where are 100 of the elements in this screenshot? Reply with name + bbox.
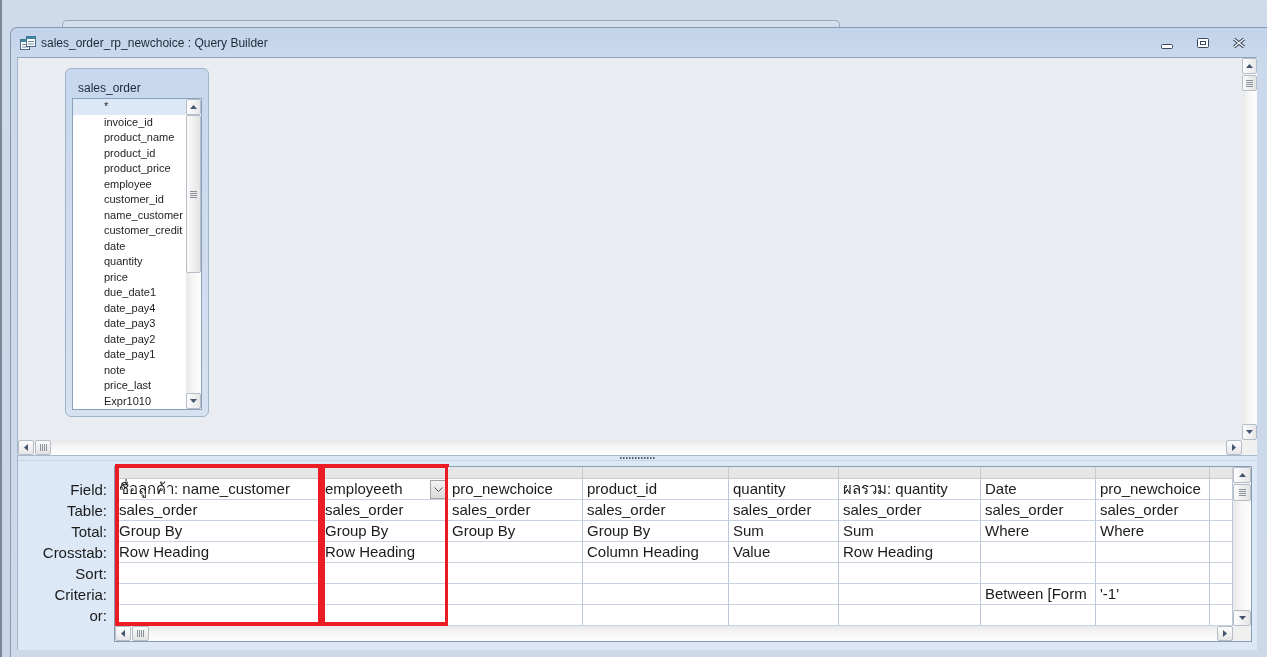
grid-cell[interactable]: Column Heading <box>583 542 729 563</box>
grid-cell[interactable] <box>729 563 839 584</box>
scroll-right-button[interactable] <box>1217 626 1233 641</box>
field-list-item[interactable]: employee <box>73 176 186 192</box>
field-list-item[interactable]: date <box>73 238 186 254</box>
field-list-item[interactable]: product_id <box>73 145 186 161</box>
grid-cell[interactable]: Row Heading <box>839 542 981 563</box>
grid-cell[interactable] <box>1096 542 1210 563</box>
row-label: or: <box>89 606 107 626</box>
scrollbar-thumb[interactable] <box>186 115 201 273</box>
field-list-item[interactable]: quantity <box>73 254 186 270</box>
grid-cell[interactable] <box>448 584 583 605</box>
grid-cell[interactable]: sales_order <box>729 500 839 521</box>
scroll-up-button[interactable] <box>1242 58 1257 74</box>
down-arrow-icon <box>1246 430 1253 434</box>
vertical-scrollbar[interactable] <box>1233 467 1251 626</box>
field-list-item[interactable]: invoice_id <box>73 114 186 130</box>
grid-cell[interactable]: Group By <box>448 521 583 542</box>
field-list-item[interactable]: name_customer <box>73 207 186 223</box>
scroll-right-button[interactable] <box>1226 440 1242 455</box>
grid-cell[interactable] <box>448 605 583 626</box>
field-list-item[interactable]: Expr1010 <box>73 393 186 409</box>
grid-cell[interactable] <box>1096 563 1210 584</box>
grid-cell[interactable] <box>1210 521 1233 542</box>
scrollbar-thumb[interactable] <box>1242 75 1257 91</box>
grid-cell[interactable] <box>1210 563 1233 584</box>
grid-cell[interactable]: sales_order <box>839 500 981 521</box>
grid-cell[interactable]: quantity <box>729 479 839 500</box>
grid-cell[interactable] <box>583 584 729 605</box>
grid-cell[interactable]: sales_order <box>448 500 583 521</box>
field-list-item[interactable]: date_pay4 <box>73 300 186 316</box>
grid-cell[interactable]: Value <box>729 542 839 563</box>
grid-cell[interactable] <box>839 605 981 626</box>
grid-cell[interactable] <box>448 542 583 563</box>
scroll-down-button[interactable] <box>1233 610 1251 626</box>
table-panel[interactable] <box>65 68 209 417</box>
scroll-up-button[interactable] <box>1233 467 1251 483</box>
field-list-item[interactable]: * <box>73 99 186 115</box>
grid-cell[interactable]: sales_order <box>981 500 1096 521</box>
scroll-left-button[interactable] <box>115 626 131 641</box>
scroll-left-button[interactable] <box>18 440 34 455</box>
scrollbar-thumb[interactable] <box>132 626 149 641</box>
grid-cell[interactable]: sales_order <box>1096 500 1210 521</box>
grid-cell[interactable] <box>1210 500 1233 521</box>
scroll-down-button[interactable] <box>1242 424 1257 440</box>
field-list-item[interactable]: product_name <box>73 130 186 146</box>
vertical-scrollbar[interactable] <box>186 99 201 409</box>
grid-cell[interactable] <box>839 563 981 584</box>
grid-cell[interactable] <box>729 605 839 626</box>
grid-cell[interactable] <box>1210 542 1233 563</box>
field-list-item[interactable]: product_price <box>73 161 186 177</box>
grid-cell[interactable]: Date <box>981 479 1096 500</box>
grid-cell[interactable]: Where <box>981 521 1096 542</box>
left-arrow-icon <box>24 444 28 451</box>
grid-cell[interactable] <box>1210 605 1233 626</box>
grid-cell[interactable]: '-1' <box>1096 584 1210 605</box>
grid-cell[interactable]: pro_newchoice <box>448 479 583 500</box>
grid-cell[interactable] <box>448 563 583 584</box>
grid-cell[interactable]: sales_order <box>583 500 729 521</box>
grid-cell[interactable] <box>729 584 839 605</box>
grid-cell[interactable]: Between [Form <box>981 584 1096 605</box>
grid-cell[interactable] <box>839 584 981 605</box>
grid-cell[interactable] <box>981 563 1096 584</box>
field-list-item[interactable]: customer_credit <box>73 223 186 239</box>
scrollbar-corner <box>1233 626 1251 641</box>
grip-icon <box>1246 79 1253 87</box>
field-list-item[interactable]: date_pay2 <box>73 331 186 347</box>
grid-cell[interactable] <box>583 563 729 584</box>
grid-cell[interactable]: Sum <box>729 521 839 542</box>
field-list-item[interactable]: date_pay3 <box>73 316 186 332</box>
up-arrow-icon <box>1238 473 1246 477</box>
grid-cell[interactable]: Group By <box>583 521 729 542</box>
grid-cell[interactable] <box>1210 584 1233 605</box>
scrollbar-thumb[interactable] <box>1233 484 1251 501</box>
grid-cell[interactable] <box>981 605 1096 626</box>
grid-cell[interactable]: Where <box>1096 521 1210 542</box>
grip-icon <box>137 630 144 637</box>
scroll-down-button[interactable] <box>186 393 201 409</box>
field-list-item[interactable]: price <box>73 269 186 285</box>
grid-cell[interactable]: product_id <box>583 479 729 500</box>
grid-cell[interactable] <box>1096 605 1210 626</box>
grid-cell[interactable] <box>1210 479 1233 500</box>
field-list-item[interactable]: due_date1 <box>73 285 186 301</box>
field-list-item[interactable]: price_last <box>73 378 186 394</box>
horizontal-scrollbar[interactable] <box>18 440 1242 455</box>
horizontal-scrollbar[interactable] <box>115 626 1233 641</box>
field-list-item[interactable]: note <box>73 362 186 378</box>
field-list-item[interactable]: customer_id <box>73 192 186 208</box>
grid-cell[interactable] <box>583 605 729 626</box>
scrollbar-thumb[interactable] <box>35 440 51 455</box>
field-list-item[interactable]: date_pay1 <box>73 347 186 363</box>
scroll-up-button[interactable] <box>186 99 201 115</box>
vertical-scrollbar[interactable] <box>1242 58 1257 440</box>
left-arrow-icon <box>121 630 125 637</box>
grid-cell[interactable]: Sum <box>839 521 981 542</box>
grid-cell[interactable]: ผลรวม: quantity <box>839 479 981 500</box>
grid-cell[interactable]: pro_newchoice <box>1096 479 1210 500</box>
up-arrow-icon <box>1246 64 1253 68</box>
grid-cell[interactable] <box>981 542 1096 563</box>
up-arrow-icon <box>190 105 197 109</box>
